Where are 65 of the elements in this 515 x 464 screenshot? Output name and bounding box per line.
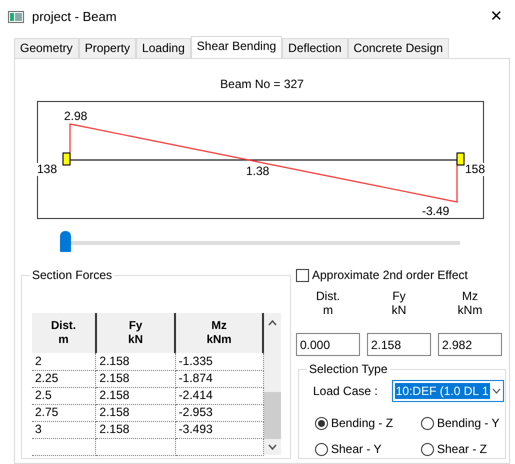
table-cell: -2.414 bbox=[175, 387, 263, 404]
value-field[interactable]: 0.000 bbox=[296, 333, 360, 356]
value-label: Mz kNm bbox=[456, 289, 484, 319]
beam-number-label: Beam No = 327 bbox=[220, 77, 304, 91]
table-cell: -1.874 bbox=[175, 370, 263, 387]
group-title: Section Forces bbox=[30, 268, 114, 282]
column-header: m bbox=[32, 333, 96, 353]
diagram-value: 158 bbox=[465, 163, 486, 176]
radio-label: Bending - Y bbox=[437, 415, 500, 432]
tab[interactable]: Concrete Design bbox=[348, 38, 449, 58]
value-label: Fy kN bbox=[390, 289, 408, 319]
column-header: kNm bbox=[175, 333, 263, 353]
radio-label: Bending - Z bbox=[331, 415, 394, 432]
support-marker bbox=[456, 152, 464, 166]
table-cell: 3 bbox=[32, 421, 96, 438]
checkbox[interactable] bbox=[296, 268, 309, 282]
caret-icon bbox=[492, 388, 501, 394]
close-button[interactable]: ✕ bbox=[486, 6, 507, 28]
table-cell: 2.158 bbox=[96, 421, 176, 438]
tab[interactable]: Shear Bending bbox=[190, 36, 282, 59]
table-cell: -2.953 bbox=[175, 404, 263, 421]
table-cell: -1.335 bbox=[175, 353, 263, 370]
diagram-value: -3.49 bbox=[422, 205, 450, 218]
table-cell: 2.158 bbox=[96, 353, 176, 370]
group-title: Selection Type bbox=[307, 362, 390, 376]
radio-button[interactable] bbox=[315, 416, 328, 430]
table-cell: 2.158 bbox=[96, 404, 176, 421]
table-cell: 2.25 bbox=[32, 370, 96, 387]
field-label: Load Case : bbox=[313, 383, 378, 400]
radio-label: Shear - Z bbox=[437, 441, 488, 458]
tab[interactable]: Geometry bbox=[14, 38, 79, 58]
tab[interactable]: Property bbox=[78, 38, 136, 58]
tab[interactable]: Deflection bbox=[282, 38, 348, 58]
radio-button[interactable] bbox=[421, 416, 434, 430]
radio-button[interactable] bbox=[315, 442, 328, 456]
scroll-up-icon[interactable] bbox=[268, 320, 277, 326]
app-icon bbox=[8, 11, 24, 23]
slider-thumb[interactable] bbox=[60, 231, 71, 252]
load-case-dropdown[interactable]: 10:DEF (1.0 DL 1 bbox=[392, 380, 504, 402]
table-cell: 2.75 bbox=[32, 404, 96, 421]
window-title: project - Beam bbox=[32, 8, 117, 26]
table-cell: 2.158 bbox=[96, 370, 176, 387]
value-label: Dist. m bbox=[315, 289, 341, 319]
table-cell: -3.493 bbox=[175, 421, 263, 438]
checkbox-label: Approximate 2nd order Effect bbox=[312, 267, 468, 284]
radio-button[interactable] bbox=[421, 442, 434, 456]
tab[interactable]: Loading bbox=[136, 38, 191, 58]
value-field[interactable]: 2.158 bbox=[367, 333, 431, 356]
dropdown-value: 10:DEF (1.0 DL 1 bbox=[394, 383, 490, 399]
scroll-down-icon[interactable] bbox=[268, 444, 277, 450]
radio-label: Shear - Y bbox=[331, 441, 382, 458]
diagram-value: 2.98 bbox=[64, 110, 88, 123]
scrollbar[interactable] bbox=[264, 313, 281, 455]
value-field[interactable]: 2.982 bbox=[438, 333, 502, 356]
table-cell: 2 bbox=[32, 353, 96, 370]
column-header: Dist. bbox=[32, 313, 96, 333]
table-cell: 2.158 bbox=[96, 387, 176, 404]
column-header: Fy bbox=[96, 313, 176, 333]
diagram-value: 138 bbox=[37, 163, 58, 176]
column-header: Mz bbox=[175, 313, 263, 333]
diagram-value: 1.38 bbox=[246, 165, 270, 178]
table-cell: 2.5 bbox=[32, 387, 96, 404]
support-marker bbox=[62, 152, 70, 166]
column-header: kN bbox=[96, 333, 176, 353]
scroll-thumb[interactable] bbox=[264, 392, 281, 439]
